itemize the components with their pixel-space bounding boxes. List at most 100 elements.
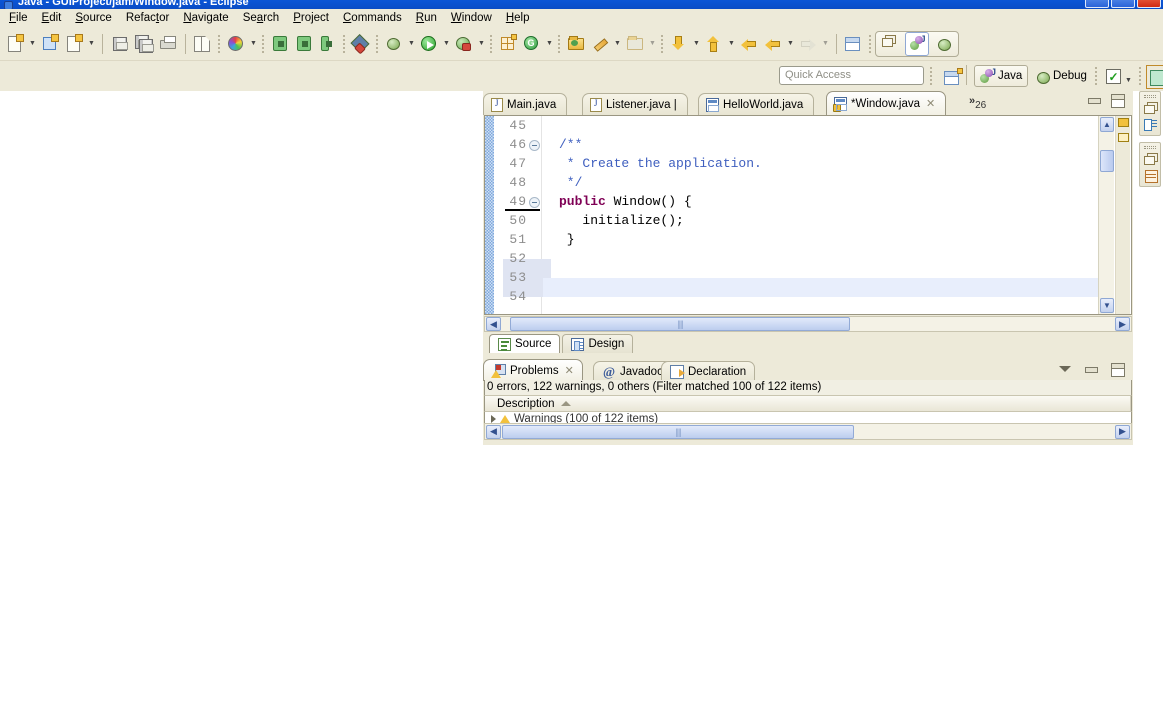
quick-access-input[interactable]: Quick Access — [779, 66, 924, 85]
scroll-right-button[interactable]: ▶ — [1115, 317, 1130, 331]
scroll-right-button[interactable]: ▶ — [1115, 424, 1130, 439]
color-wheel-dropdown-icon[interactable]: ▼ — [248, 32, 259, 56]
step-out-icon[interactable] — [702, 32, 726, 56]
run-icon[interactable] — [417, 32, 441, 56]
perspective-tab-java[interactable]: J Java — [974, 65, 1029, 87]
menu-run[interactable]: Run — [409, 10, 444, 26]
save-icon[interactable] — [108, 32, 132, 56]
editor-tab-main-java[interactable]: Main.java — [483, 93, 568, 115]
menu-source[interactable]: Source — [68, 10, 118, 26]
restore-icon[interactable] — [1143, 102, 1158, 114]
new-view-icon[interactable] — [1146, 65, 1163, 89]
menu-search[interactable]: Search — [236, 10, 286, 26]
last-edit-location-icon[interactable] — [737, 32, 761, 56]
expand-arrow-icon[interactable] — [491, 415, 496, 423]
debug-icon[interactable] — [382, 32, 406, 56]
editor-horizontal-scrollbar[interactable]: ◀ |||| ▶ — [484, 316, 1132, 332]
annotate-icon[interactable] — [588, 32, 612, 56]
vertical-scroll-thumb[interactable] — [1100, 150, 1114, 172]
new-java-class-dropdown-icon[interactable]: ▼ — [86, 32, 97, 56]
forward-dropdown-icon[interactable]: ▼ — [820, 32, 831, 56]
code-text-area[interactable]: /** * Create the application. */ public … — [543, 116, 1114, 314]
horizontal-scroll-track[interactable]: |||| — [502, 317, 1114, 331]
outline-view-icon[interactable] — [1143, 118, 1157, 131]
editor-maximize-button[interactable] — [1110, 94, 1125, 108]
lint-icon[interactable] — [349, 32, 373, 56]
print-icon[interactable] — [156, 32, 180, 56]
tab-problems[interactable]: Problems ✕ — [483, 359, 583, 381]
back-dropdown-icon[interactable]: ▼ — [785, 32, 796, 56]
run-dropdown-icon[interactable]: ▼ — [441, 32, 452, 56]
problems-view-menu-button[interactable] — [1058, 363, 1071, 375]
editor-tab-close-icon[interactable]: ✕ — [926, 97, 935, 110]
chevron-down-icon[interactable]: ▼ — [1123, 68, 1134, 92]
menu-navigate[interactable]: Navigate — [176, 10, 235, 26]
forward-icon[interactable] — [796, 32, 820, 56]
android-sdk-manager-icon[interactable] — [268, 32, 292, 56]
perspective-tab-debug[interactable]: Debug — [1030, 65, 1092, 87]
open-resource-icon[interactable] — [564, 32, 588, 56]
open-perspective-button[interactable] — [941, 65, 965, 89]
menu-help[interactable]: Help — [499, 10, 537, 26]
scroll-up-button[interactable]: ▲ — [1100, 117, 1114, 132]
coverage-icon[interactable] — [452, 32, 476, 56]
horizontal-scroll-track[interactable]: |||| — [502, 424, 1114, 439]
problems-maximize-button[interactable] — [1110, 363, 1125, 377]
new-editor-icon[interactable] — [842, 32, 866, 56]
back-icon[interactable] — [761, 32, 785, 56]
tab-design[interactable]: Design — [562, 334, 634, 353]
step-out-dropdown-icon[interactable]: ▼ — [726, 32, 737, 56]
problems-minimize-button[interactable] — [1084, 363, 1098, 375]
fold-toggle-icon[interactable] — [529, 197, 540, 208]
scroll-left-button[interactable]: ◀ — [486, 317, 501, 331]
open-perspective-icon[interactable] — [623, 32, 647, 56]
annotate-dropdown-icon[interactable]: ▼ — [612, 32, 623, 56]
new-window-builder-icon[interactable] — [496, 32, 520, 56]
color-wheel-icon[interactable] — [224, 32, 248, 56]
window-minimize-button[interactable] — [1085, 0, 1109, 8]
new-wizard-dropdown-icon[interactable]: ▼ — [27, 32, 38, 56]
new-gwt-icon[interactable]: G — [520, 32, 544, 56]
editor-tab-listener-java[interactable]: Listener.java | — [582, 93, 688, 115]
java-perspective-toolbar-icon[interactable]: J — [905, 31, 929, 56]
menu-file[interactable]: File — [2, 10, 35, 26]
editor-minimize-button[interactable] — [1087, 94, 1101, 106]
debug-dropdown-icon[interactable]: ▼ — [406, 32, 417, 56]
stack-grip[interactable] — [1144, 146, 1156, 149]
save-all-icon[interactable] — [132, 32, 156, 56]
tab-declaration[interactable]: Declaration — [661, 361, 756, 381]
ddms-icon[interactable] — [316, 32, 340, 56]
editor-vertical-scrollbar[interactable]: ▲ ▼ — [1098, 116, 1114, 314]
warning-marker-icon[interactable] — [1118, 133, 1129, 142]
new-gwt-dropdown-icon[interactable]: ▼ — [544, 32, 555, 56]
annotation-overview-bar[interactable] — [485, 116, 494, 314]
menu-window[interactable]: Window — [444, 10, 499, 26]
problems-tab-close-icon[interactable]: ✕ — [565, 364, 574, 377]
menu-refactor[interactable]: Refactor — [119, 10, 176, 26]
window-maximize-button[interactable] — [1111, 0, 1135, 8]
window-controls[interactable] — [1085, 0, 1161, 8]
debug-perspective-toolbar-icon[interactable] — [931, 32, 955, 56]
new-android-project-icon[interactable] — [38, 32, 62, 56]
editor-tab-overflow-indicator[interactable]: » 26 — [969, 95, 986, 111]
problems-horizontal-scrollbar[interactable]: ◀ |||| ▶ — [484, 423, 1132, 440]
menu-edit[interactable]: Edit — [35, 10, 69, 26]
android-avd-manager-icon[interactable] — [292, 32, 316, 56]
horizontal-scroll-thumb[interactable]: |||| — [510, 317, 850, 331]
step-into-dropdown-icon[interactable]: ▼ — [691, 32, 702, 56]
open-type-icon[interactable] — [191, 32, 215, 56]
new-wizard-icon[interactable] — [3, 32, 27, 56]
checkmark-icon[interactable]: ✓ — [1106, 69, 1121, 84]
restore-icon[interactable] — [1143, 153, 1158, 165]
stack-grip[interactable] — [1144, 95, 1156, 98]
scroll-left-button[interactable]: ◀ — [486, 424, 501, 439]
fold-toggle-icon[interactable] — [529, 140, 540, 151]
window-close-button[interactable] — [1137, 0, 1161, 8]
restore-perspective-icon[interactable] — [879, 32, 903, 56]
warning-marker-icon[interactable] — [1118, 118, 1129, 127]
column-description[interactable]: Description — [485, 396, 1131, 411]
menu-project[interactable]: Project — [286, 10, 336, 26]
menu-commands[interactable]: Commands — [336, 10, 409, 26]
scroll-down-button[interactable]: ▼ — [1100, 298, 1114, 313]
task-list-view-icon[interactable] — [1144, 169, 1158, 183]
